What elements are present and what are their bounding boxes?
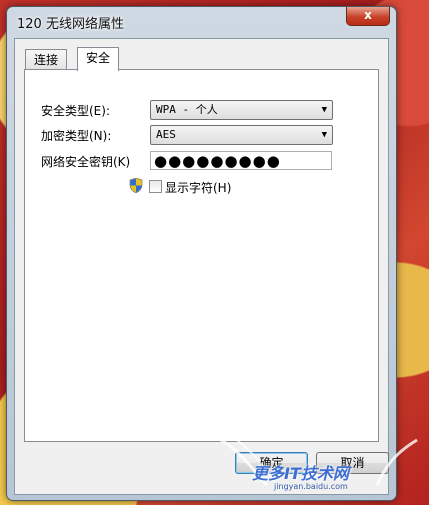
- watermark-url: jingyan.baidu.com: [274, 482, 348, 491]
- show-characters-checkbox[interactable]: [149, 180, 162, 193]
- security-type-label: 安全类型(E):: [41, 104, 110, 118]
- window-title: 120 无线网络属性: [17, 17, 124, 32]
- title-bar[interactable]: 120 无线网络属性 x: [7, 7, 396, 37]
- show-characters-label[interactable]: 显示字符(H): [165, 179, 231, 196]
- close-button[interactable]: x: [346, 7, 390, 26]
- watermark: 更多IT技术网 jingyan.baidu.com: [212, 430, 422, 500]
- tab-connection[interactable]: 连接: [25, 49, 68, 70]
- dialog-body: 连接 安全 安全类型(E): WPA - 个人 ▼ 加密类型(N): AES ▼…: [14, 38, 389, 495]
- encryption-type-value: AES: [156, 128, 176, 141]
- network-key-input[interactable]: ●●●●●●●●●: [150, 151, 332, 170]
- properties-window: 120 无线网络属性 x 连接 安全 安全类型(E): WPA - 个人 ▼ 加…: [6, 6, 397, 501]
- encryption-type-dropdown[interactable]: AES ▼: [150, 125, 333, 145]
- security-type-value: WPA - 个人: [156, 103, 218, 116]
- uac-shield-icon: [129, 178, 143, 193]
- tab-security[interactable]: 安全: [77, 47, 120, 71]
- security-panel: 安全类型(E): WPA - 个人 ▼ 加密类型(N): AES ▼ 网络安全密…: [24, 69, 379, 442]
- encryption-type-label: 加密类型(N):: [41, 129, 112, 143]
- chevron-down-icon: ▼: [321, 130, 327, 140]
- chevron-down-icon: ▼: [321, 105, 327, 115]
- network-key-label: 网络安全密钥(K): [41, 155, 131, 169]
- security-type-dropdown[interactable]: WPA - 个人 ▼: [150, 100, 333, 120]
- watermark-text: 更多IT技术网: [252, 464, 349, 483]
